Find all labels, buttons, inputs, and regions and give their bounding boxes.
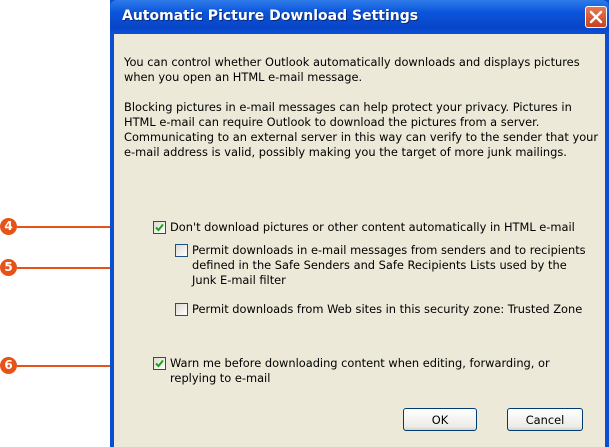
close-icon bbox=[589, 10, 603, 24]
callout-4: 4 bbox=[0, 218, 17, 235]
option-permit-web-sites[interactable]: Permit downloads from Web sites in this … bbox=[175, 302, 591, 317]
close-button[interactable] bbox=[585, 6, 607, 28]
warn-before-download-checkbox[interactable] bbox=[153, 357, 166, 370]
permit-safe-senders-checkbox[interactable] bbox=[175, 244, 188, 257]
dont-download-checkbox[interactable] bbox=[153, 221, 166, 234]
checkmark-icon bbox=[155, 223, 164, 232]
ok-button[interactable]: OK bbox=[403, 408, 477, 431]
callout-5: 5 bbox=[0, 259, 17, 276]
option-dont-download[interactable]: Don't download pictures or other content… bbox=[153, 220, 601, 235]
permit-web-sites-label: Permit downloads from Web sites in this … bbox=[192, 302, 583, 316]
dialog-title: Automatic Picture Download Settings bbox=[122, 8, 419, 24]
cancel-button[interactable]: Cancel bbox=[507, 408, 583, 431]
permit-web-sites-checkbox[interactable] bbox=[175, 303, 188, 316]
permit-safe-senders-label: Permit downloads in e-mail messages from… bbox=[192, 243, 586, 287]
intro-text: You can control whether Outlook automati… bbox=[124, 55, 580, 84]
dialog-body: You can control whether Outlook automati… bbox=[114, 34, 605, 447]
title-bar[interactable]: Automatic Picture Download Settings bbox=[110, 0, 609, 34]
warn-before-download-label: Warn me before downloading content when … bbox=[170, 356, 550, 385]
callout-6: 6 bbox=[0, 357, 17, 374]
dont-download-label: Don't download pictures or other content… bbox=[170, 220, 575, 234]
picture-download-settings-dialog: Automatic Picture Download Settings You … bbox=[110, 0, 609, 447]
option-warn-before-download[interactable]: Warn me before downloading content when … bbox=[153, 356, 593, 386]
option-permit-safe-senders[interactable]: Permit downloads in e-mail messages from… bbox=[175, 243, 591, 288]
checkmark-icon bbox=[155, 359, 164, 368]
privacy-text: Blocking pictures in e-mail messages can… bbox=[124, 100, 599, 159]
